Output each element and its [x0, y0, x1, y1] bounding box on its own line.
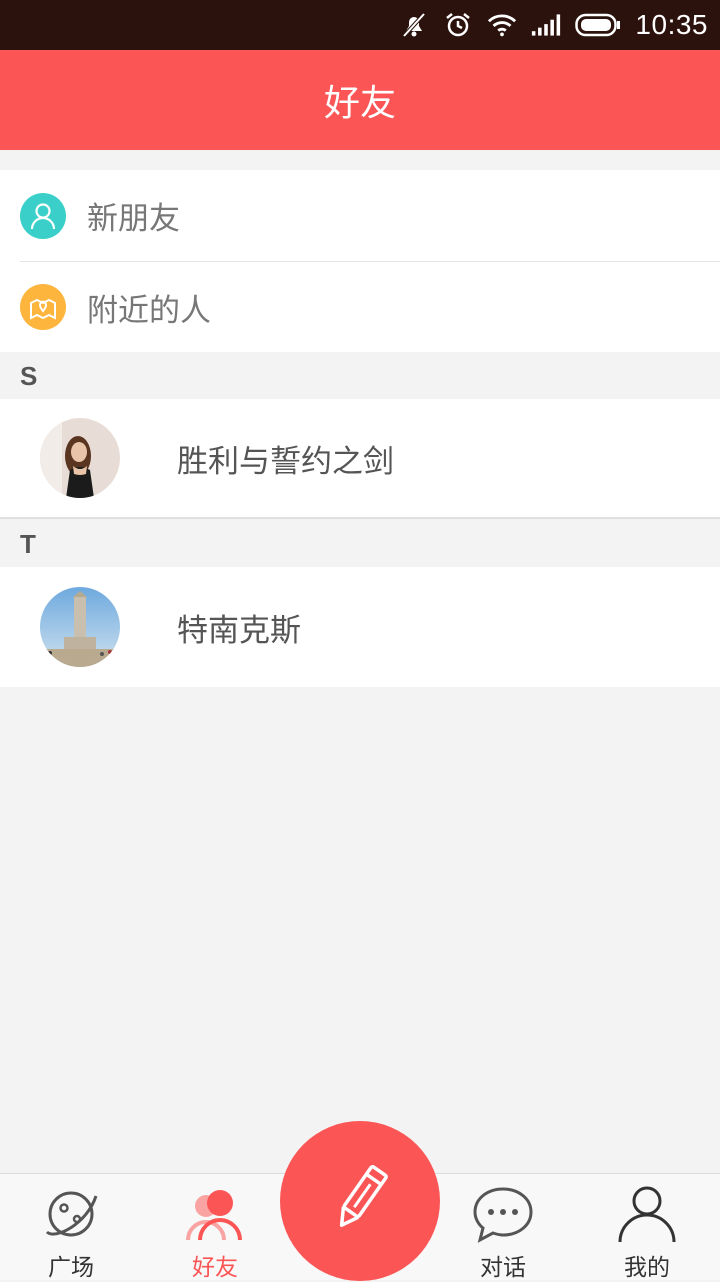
signal-icon	[531, 10, 561, 40]
status-bar: 10:35	[0, 0, 720, 50]
tab-label: 对话	[480, 1255, 526, 1281]
friend-menu: 新朋友 附近的人	[0, 170, 720, 352]
alarm-icon	[443, 10, 473, 40]
clock: 10:35	[635, 9, 708, 40]
compose-button[interactable]	[280, 1121, 440, 1281]
friends-icon	[184, 1184, 246, 1244]
avatar	[40, 587, 120, 667]
new-friends-item[interactable]: 新朋友	[0, 170, 720, 261]
notifications-muted-icon	[399, 10, 429, 40]
chat-bubble-icon	[472, 1184, 534, 1244]
person-icon	[20, 192, 66, 239]
tab-square[interactable]: 广场	[21, 1174, 121, 1281]
section-header-t: T	[0, 521, 720, 567]
contact-name: 胜利与誓约之剑	[177, 443, 394, 480]
profile-icon	[616, 1184, 678, 1244]
wifi-icon	[487, 10, 517, 40]
nearby-people-label: 附近的人	[87, 292, 211, 329]
page-title: 好友	[323, 83, 396, 124]
tab-label: 我的	[624, 1255, 670, 1281]
nearby-people-item[interactable]: 附近的人	[20, 261, 720, 352]
pencil-icon	[325, 1159, 395, 1243]
tab-chat[interactable]: 对话	[453, 1174, 553, 1281]
battery-icon	[575, 10, 621, 40]
section-header-s: S	[0, 353, 720, 399]
map-pin-icon	[20, 284, 66, 330]
avatar	[40, 418, 120, 498]
planet-icon	[40, 1184, 102, 1244]
contact-row[interactable]: 特南克斯	[0, 567, 720, 687]
app-header: 好友	[0, 50, 720, 150]
new-friends-label: 新朋友	[87, 201, 180, 237]
contact-row[interactable]: 胜利与誓约之剑	[0, 399, 720, 519]
tab-me[interactable]: 我的	[597, 1174, 697, 1281]
contact-name: 特南克斯	[177, 612, 301, 649]
tab-label: 广场	[48, 1255, 94, 1281]
tab-label: 好友	[192, 1255, 238, 1281]
tab-friends[interactable]: 好友	[165, 1174, 265, 1281]
